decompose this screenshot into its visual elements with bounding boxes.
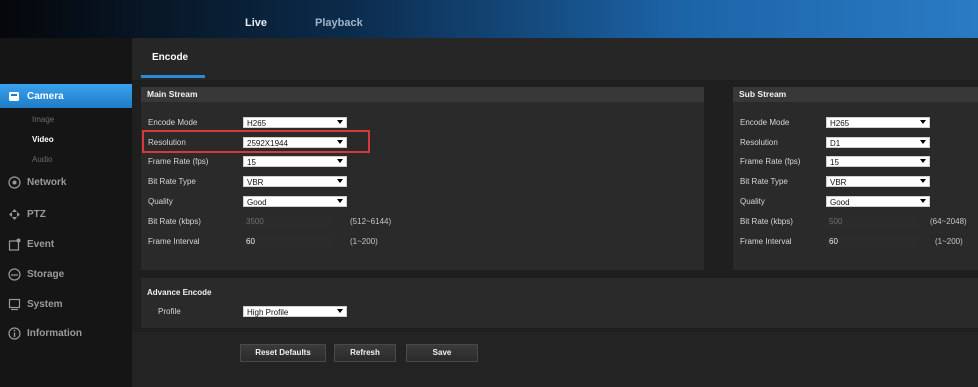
chevron-down-icon — [337, 179, 343, 183]
sidebar-item-network[interactable]: Network — [0, 170, 132, 194]
tab-playback[interactable]: Playback — [315, 17, 363, 29]
sub-quality-select[interactable]: Good — [826, 196, 930, 207]
main-encode-mode-value: H265 — [247, 119, 267, 128]
sub-quality-value: Good — [830, 198, 850, 207]
top-navigation-bar: Live Playback — [0, 0, 978, 38]
sub-encode-mode-value: H265 — [830, 119, 850, 128]
main-bit-rate-range: (512~6144) — [350, 217, 392, 226]
sub-frame-interval-input[interactable]: 60 — [826, 236, 918, 247]
sidebar-item-label: PTZ — [27, 208, 46, 220]
sub-bit-rate-input[interactable]: 500 — [826, 216, 918, 227]
sub-quality-label: Quality — [740, 197, 765, 206]
sub-encode-mode-select[interactable]: H265 — [826, 117, 930, 128]
sub-resolution-label: Resolution — [740, 138, 778, 147]
sidebar-item-label: Event — [27, 238, 55, 250]
sidebar-subitem-image[interactable]: Image — [32, 115, 54, 124]
sidebar-item-camera[interactable]: Camera — [0, 84, 146, 108]
chevron-down-icon — [337, 159, 343, 163]
chevron-down-icon — [337, 120, 343, 124]
sidebar-item-event[interactable]: Event — [0, 232, 132, 256]
sub-frame-interval-label: Frame Interval — [740, 237, 792, 246]
chevron-down-icon — [920, 140, 926, 144]
sidebar-item-ptz[interactable]: PTZ — [0, 202, 132, 226]
chevron-down-icon — [920, 179, 926, 183]
chevron-down-icon — [920, 159, 926, 163]
main-frame-interval-range: (1~200) — [350, 237, 378, 246]
sidebar-item-information[interactable]: Information — [0, 321, 132, 345]
sub-frame-rate-value: 15 — [830, 158, 839, 167]
storage-icon — [7, 267, 21, 281]
sub-bit-rate-type-value: VBR — [830, 178, 847, 187]
sub-frame-rate-select[interactable]: 15 — [826, 156, 930, 167]
save-button[interactable]: Save — [406, 344, 478, 362]
sub-resolution-value: D1 — [830, 139, 841, 148]
sidebar-item-label: Network — [27, 176, 67, 188]
chevron-down-icon — [920, 199, 926, 203]
main-quality-value: Good — [247, 198, 267, 207]
main-encode-mode-select[interactable]: H265 — [243, 117, 347, 128]
refresh-button[interactable]: Refresh — [334, 344, 396, 362]
sub-resolution-select[interactable]: D1 — [826, 137, 930, 148]
main-bit-rate-input[interactable]: 3500 — [243, 216, 333, 227]
tab-bar — [132, 38, 978, 80]
tab-live[interactable]: Live — [245, 17, 267, 29]
sub-frame-rate-label: Frame Rate (fps) — [740, 157, 801, 166]
sidebar-item-system[interactable]: System — [0, 292, 132, 316]
sidebar-subitem-video[interactable]: Video — [32, 135, 54, 144]
main-frame-rate-label: Frame Rate (fps) — [148, 157, 209, 166]
system-icon — [7, 297, 21, 311]
chevron-down-icon — [337, 309, 343, 313]
sidebar-item-storage[interactable]: Storage — [0, 262, 132, 286]
sidebar-item-label: Camera — [27, 90, 64, 102]
reset-defaults-button[interactable]: Reset Defaults — [240, 344, 326, 362]
main-bit-rate-type-select[interactable]: VBR — [243, 176, 347, 187]
event-icon — [7, 237, 21, 251]
advance-encode-title: Advance Encode — [147, 288, 212, 297]
main-bit-rate-label: Bit Rate (kbps) — [148, 217, 201, 226]
main-stream-header: Main Stream — [141, 87, 704, 102]
tab-encode[interactable]: Encode — [152, 52, 188, 63]
camera-icon — [7, 89, 21, 103]
info-icon — [7, 326, 21, 340]
network-icon — [7, 175, 21, 189]
main-frame-interval-label: Frame Interval — [148, 237, 200, 246]
sub-encode-mode-label: Encode Mode — [740, 118, 790, 127]
chevron-down-icon — [337, 199, 343, 203]
sub-bit-rate-label: Bit Rate (kbps) — [740, 217, 793, 226]
advance-encode-panel — [141, 278, 978, 328]
chevron-down-icon — [920, 120, 926, 124]
sidebar-subitem-audio[interactable]: Audio — [32, 155, 52, 164]
active-tab-indicator — [141, 75, 205, 78]
main-frame-rate-value: 15 — [247, 158, 256, 167]
main-stream-panel — [141, 102, 704, 270]
sub-bit-rate-type-select[interactable]: VBR — [826, 176, 930, 187]
profile-value: High Profile — [247, 308, 289, 317]
main-bit-rate-type-value: VBR — [247, 178, 264, 187]
sub-frame-interval-range: (1~200) — [935, 237, 963, 246]
main-frame-interval-input[interactable]: 60 — [243, 236, 333, 247]
main-encode-mode-label: Encode Mode — [148, 118, 198, 127]
main-frame-rate-select[interactable]: 15 — [243, 156, 347, 167]
ptz-icon — [7, 207, 21, 221]
sub-bit-rate-range: (64~2048) — [930, 217, 967, 226]
sidebar-item-label: System — [27, 298, 63, 310]
sub-stream-header: Sub Stream — [733, 87, 978, 102]
sidebar-item-label: Storage — [27, 268, 65, 280]
resolution-highlight-box — [142, 130, 370, 153]
sub-bit-rate-type-label: Bit Rate Type — [740, 177, 788, 186]
sidebar-item-label: Information — [27, 327, 82, 339]
main-bit-rate-type-label: Bit Rate Type — [148, 177, 196, 186]
main-quality-select[interactable]: Good — [243, 196, 347, 207]
main-quality-label: Quality — [148, 197, 173, 206]
profile-label: Profile — [158, 307, 181, 316]
profile-select[interactable]: High Profile — [243, 306, 347, 317]
